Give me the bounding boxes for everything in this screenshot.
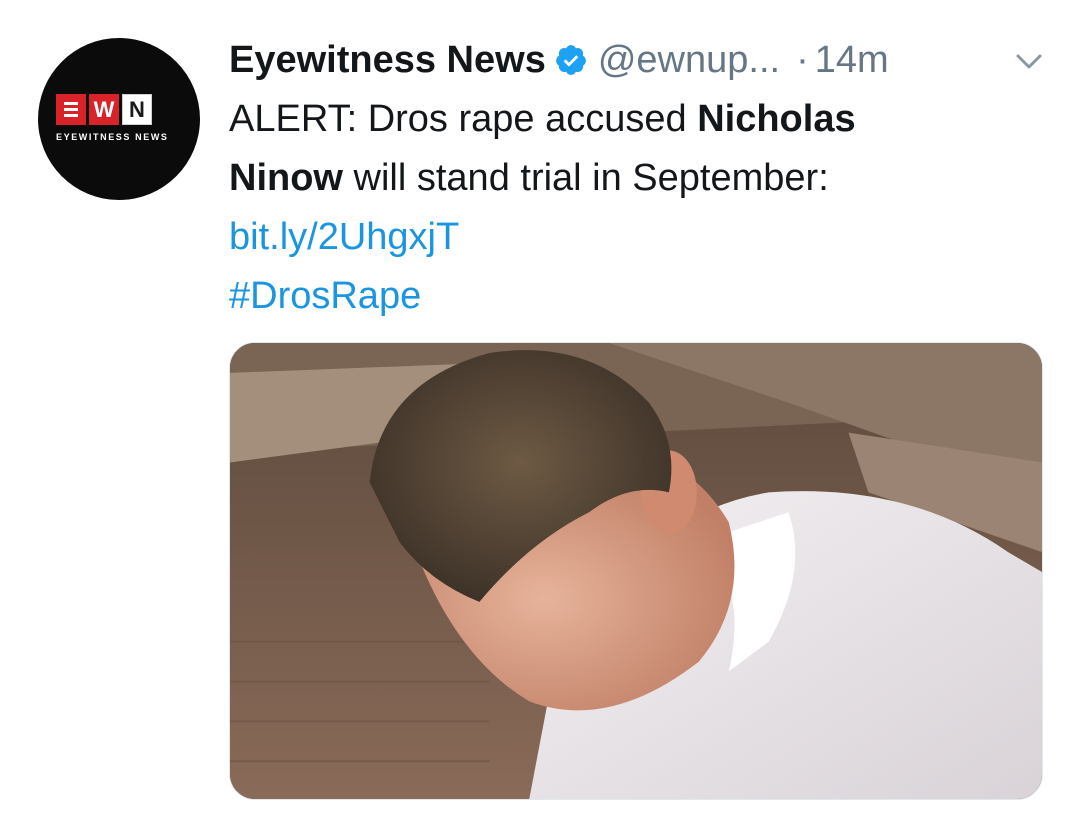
- timestamp-separator: ·: [796, 38, 809, 81]
- ewn-logo-e-mark: [56, 94, 86, 125]
- tweet-text: ALERT: Dros rape accused Nicholas Ninow …: [229, 90, 1029, 326]
- photo-image-icon: [230, 343, 1042, 799]
- ewn-logo-n: N: [122, 94, 152, 125]
- ewn-logo-tagline: EYEWITNESS NEWS: [56, 132, 169, 142]
- tweet-media-photo[interactable]: [229, 342, 1043, 800]
- chevron-down-icon[interactable]: [1014, 49, 1044, 73]
- tweet-text-bold-name-1: Nicholas: [697, 98, 856, 140]
- verified-badge-icon: [555, 45, 586, 75]
- ewn-logo: W N EYEWITNESS NEWS: [56, 94, 182, 152]
- tweet-text-line1: ALERT: Dros rape accused: [229, 98, 698, 140]
- author-avatar[interactable]: W N EYEWITNESS NEWS: [38, 38, 200, 200]
- author-handle[interactable]: @ewnup...: [598, 39, 780, 82]
- tweet-header: Eyewitness News @ewnup... · 14m: [229, 36, 1049, 84]
- author-display-name[interactable]: Eyewitness News: [229, 39, 546, 82]
- tweet-link[interactable]: bit.ly/2UhgxjT: [229, 208, 459, 267]
- ewn-logo-w: W: [89, 94, 119, 125]
- tweet-timestamp[interactable]: 14m: [815, 39, 889, 82]
- tweet-hashtag[interactable]: #DrosRape: [229, 267, 421, 326]
- tweet-text-bold-name-2: Ninow: [229, 157, 343, 199]
- tweet-text-line2: will stand trial in September:: [342, 157, 829, 199]
